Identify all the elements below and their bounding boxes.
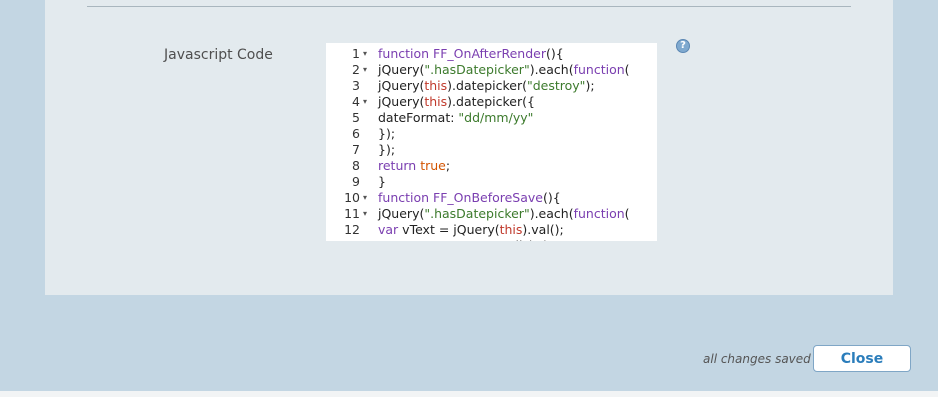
code-token: this <box>424 94 448 109</box>
code-text: jQuery(this).datepicker({ <box>378 94 535 110</box>
code-token: ( <box>624 206 630 221</box>
code-token: ".hasDatepicker" <box>424 206 530 221</box>
code-token: return <box>378 158 421 173</box>
code-token: jQuery( <box>378 78 425 93</box>
code-token: }); <box>378 126 396 141</box>
code-token: jQuery( <box>378 62 425 77</box>
code-line[interactable]: 1 ▾ function FF_OnAfterRender(){ <box>326 46 657 62</box>
code-line[interactable]: 6}); <box>326 126 657 142</box>
code-text: var vText = jQuery(this).val(); <box>378 222 564 238</box>
code-text: }); <box>378 142 395 158</box>
code-line[interactable]: 7}); <box>326 142 657 158</box>
fold-arrow-icon[interactable]: ▾ <box>363 190 367 206</box>
code-text: return true; <box>378 158 450 174</box>
code-token: ).val(); <box>522 222 564 237</box>
close-button[interactable]: Close <box>813 345 911 372</box>
code-line[interactable]: 13 var vDates = vText.split('/'); <box>326 238 657 241</box>
code-token: '/' <box>532 238 543 241</box>
code-token: ( <box>624 62 630 77</box>
code-text: jQuery(".hasDatepicker").each(function( <box>378 62 630 78</box>
section-divider <box>87 6 851 7</box>
code-token: this <box>424 78 448 93</box>
line-number: 7 <box>352 142 360 157</box>
code-token: vText = jQuery( <box>402 222 500 237</box>
code-token: ).datepicker({ <box>447 94 535 109</box>
fold-arrow-icon[interactable]: ▾ <box>363 94 367 110</box>
fold-arrow-icon[interactable]: ▾ <box>363 206 367 222</box>
code-token: ).each( <box>529 206 574 221</box>
code-token: var <box>378 238 402 241</box>
line-number: 10 <box>344 190 360 205</box>
code-token: ); <box>585 78 595 93</box>
code-line[interactable]: 8 return true; <box>326 158 657 174</box>
code-token: (){ <box>543 190 561 205</box>
code-editor[interactable]: 1 ▾ function FF_OnAfterRender(){2 ▾ jQuery("… <box>326 43 657 241</box>
code-line[interactable]: 12 var vText = jQuery(this).val(); <box>326 222 657 238</box>
code-token: }); <box>378 142 396 157</box>
line-number: 5 <box>352 110 360 125</box>
code-token: function <box>378 190 434 205</box>
code-line[interactable]: 3 jQuery(this).datepicker("destroy"); <box>326 78 657 94</box>
code-line[interactable]: 4 ▾ jQuery(this).datepicker({ <box>326 94 657 110</box>
line-number: 11 <box>344 206 360 221</box>
code-line[interactable]: 5 dateFormat: "dd/mm/yy" <box>326 110 657 126</box>
javascript-code-label: Javascript Code <box>164 47 273 63</box>
line-number: 1 <box>352 46 360 61</box>
code-text: jQuery(".hasDatepicker").each(function( <box>378 206 630 222</box>
code-text: }); <box>378 126 395 142</box>
code-line[interactable]: 10 ▾ function FF_OnBeforeSave(){ <box>326 190 657 206</box>
code-token: ); <box>543 238 552 241</box>
code-token: ".hasDatepicker" <box>424 62 530 77</box>
code-token: (){ <box>545 46 564 61</box>
line-number: 6 <box>352 126 360 141</box>
code-token: } <box>378 174 386 189</box>
fold-arrow-icon[interactable]: ▾ <box>363 46 367 62</box>
help-icon[interactable]: ? <box>676 39 690 53</box>
code-token: ).datepicker( <box>447 78 527 93</box>
save-status-text: all changes saved <box>703 352 811 366</box>
line-number: 3 <box>352 78 360 93</box>
code-token: true <box>420 158 446 173</box>
code-token: dateFormat: <box>378 110 459 125</box>
code-token: jQuery( <box>378 94 425 109</box>
code-line[interactable]: 11 ▾ jQuery(".hasDatepicker").each(functio… <box>326 206 657 222</box>
code-text: jQuery(this).datepicker("destroy"); <box>378 78 595 94</box>
line-number: 13 <box>326 238 360 241</box>
line-number: 12 <box>344 222 360 237</box>
code-token: this <box>499 222 523 237</box>
code-token: function <box>573 62 625 77</box>
code-token: FF_OnBeforeSave <box>433 190 543 205</box>
code-token: "dd/mm/yy" <box>458 110 534 125</box>
line-number: 2 <box>352 62 360 77</box>
line-number: 9 <box>352 174 360 189</box>
code-token: "destroy" <box>526 78 586 93</box>
code-line[interactable]: 9} <box>326 174 657 190</box>
line-number: 4 <box>352 94 360 109</box>
code-token: jQuery( <box>378 206 425 221</box>
code-line[interactable]: 2 ▾ jQuery(".hasDatepicker").each(function… <box>326 62 657 78</box>
code-text: dateFormat: "dd/mm/yy" <box>378 110 533 126</box>
code-text: function FF_OnBeforeSave(){ <box>378 190 561 206</box>
code-token: function <box>573 206 625 221</box>
bottom-strip <box>0 391 938 397</box>
code-token: var <box>378 222 403 237</box>
code-token: vDates = vText.split( <box>402 238 532 241</box>
code-text: function FF_OnAfterRender(){ <box>378 46 564 62</box>
line-number: 8 <box>352 158 360 173</box>
code-token: ).each( <box>529 62 574 77</box>
code-text: } <box>378 174 386 190</box>
fold-arrow-icon[interactable]: ▾ <box>363 62 367 78</box>
code-token: function <box>378 46 434 61</box>
code-token: ; <box>445 158 451 173</box>
code-token: FF_OnAfterRender <box>433 46 546 61</box>
code-text: var vDates = vText.split('/'); <box>378 238 552 241</box>
